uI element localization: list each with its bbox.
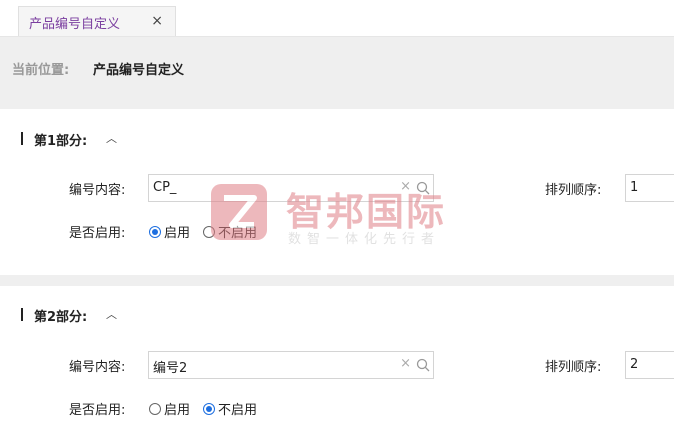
order-input[interactable]: 1 xyxy=(625,174,674,202)
section-marker xyxy=(21,132,23,145)
breadcrumb-prefix: 当前位置: xyxy=(12,63,70,78)
enable-label: 是否启用: xyxy=(69,226,126,241)
radio-button[interactable] xyxy=(149,402,161,415)
order-input-value: 1 xyxy=(630,180,639,195)
radio-label: 启用 xyxy=(164,403,191,418)
order-input-value: 2 xyxy=(630,357,639,372)
section-part-1: 第1部分: ︿ 编号内容: CP_ × 排列顺序: 1 是否启用: 启用 不启用 xyxy=(0,109,674,275)
clear-icon[interactable]: × xyxy=(400,356,411,371)
clear-icon[interactable]: × xyxy=(400,179,411,194)
section-title: 第2部分: xyxy=(34,310,88,325)
section-part-2: 第2部分: ︿ 编号内容: 编号2 × 排列顺序: 2 是否启用: 启用 不启用 xyxy=(0,286,674,428)
section-divider xyxy=(0,275,674,286)
radio-label: 不启用 xyxy=(218,226,258,241)
content-label: 编号内容: xyxy=(69,183,126,198)
radio-enable[interactable]: 启用 xyxy=(149,399,190,418)
content-input[interactable]: 编号2 × xyxy=(148,351,434,379)
radio-button[interactable] xyxy=(203,225,215,238)
radio-enable[interactable]: 启用 xyxy=(149,222,190,241)
content-input-value: CP_ xyxy=(153,180,177,195)
content-input[interactable]: CP_ × xyxy=(148,174,434,202)
section-title: 第1部分: xyxy=(34,134,88,149)
radio-button[interactable] xyxy=(203,402,215,415)
content-label: 编号内容: xyxy=(69,360,126,375)
radio-disable[interactable]: 不启用 xyxy=(203,222,257,241)
chevron-up-icon[interactable]: ︿ xyxy=(106,130,117,146)
page-title: 产品编号自定义 xyxy=(93,63,185,78)
radio-label: 不启用 xyxy=(218,403,258,418)
breadcrumb: 当前位置: 产品编号自定义 xyxy=(0,37,674,109)
order-label: 排列顺序: xyxy=(545,360,602,375)
tab-label: 产品编号自定义 xyxy=(29,17,121,32)
radio-label: 启用 xyxy=(164,226,191,241)
radio-button[interactable] xyxy=(149,225,161,238)
radio-disable[interactable]: 不启用 xyxy=(203,399,257,418)
search-icon[interactable] xyxy=(416,181,430,195)
order-input[interactable]: 2 xyxy=(625,351,674,379)
order-label: 排列顺序: xyxy=(545,183,602,198)
tab-bar: 产品编号自定义 × xyxy=(0,0,674,37)
section-marker xyxy=(21,308,23,321)
tab-product-numbering[interactable]: 产品编号自定义 × xyxy=(18,6,176,36)
enable-label: 是否启用: xyxy=(69,403,126,418)
content-input-value: 编号2 xyxy=(153,361,188,376)
search-icon[interactable] xyxy=(416,358,430,372)
close-icon[interactable]: × xyxy=(151,13,163,29)
chevron-up-icon[interactable]: ︿ xyxy=(106,306,117,322)
